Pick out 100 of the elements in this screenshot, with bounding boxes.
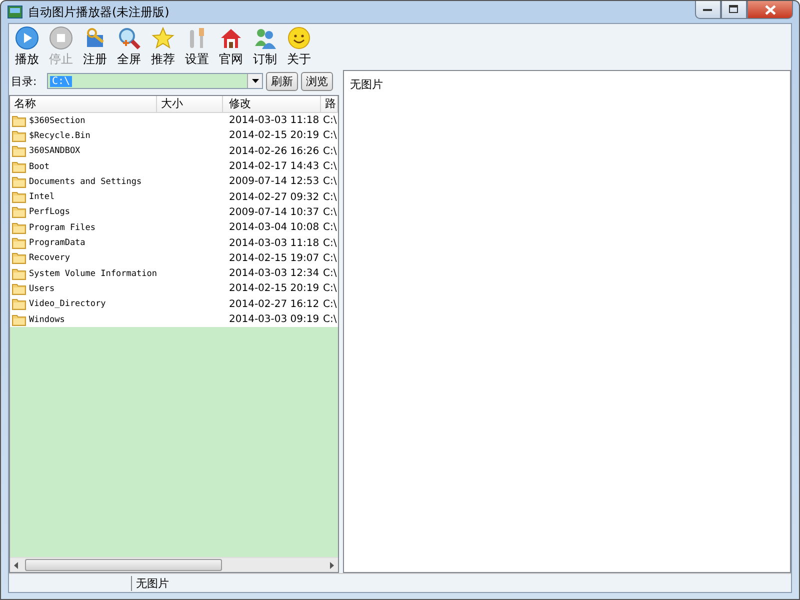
horizontal-scrollbar[interactable] [10,557,338,572]
status-text: 无图片 [131,576,169,590]
modified-date: 2014-02-17 14:43 [229,161,320,172]
toolbar-button[interactable]: 注册 [78,26,112,70]
people-icon [253,26,277,50]
modified-date: 2014-02-27 16:12 [229,298,320,310]
folder-icon [12,298,26,310]
modified-date: 2014-03-03 12:34 [229,268,320,280]
toolbar-button[interactable]: 播放 [10,26,44,70]
refresh-button[interactable]: 刷新 [266,72,298,90]
play-icon [15,26,39,50]
magnifier-icon [117,26,141,50]
scrollbar-thumb[interactable] [25,559,222,571]
folder-icon [12,222,26,234]
folder-row[interactable]: PerfLogs 2009-07-14 10:37 C:\ [10,204,338,220]
modified-date: 2014-03-04 10:08 [229,222,320,234]
folder-name: Video_Directory [29,299,106,310]
folder-name: ProgramData [29,238,86,248]
folder-icon [12,237,26,250]
modified-date: 2014-03-03 11:18 [229,115,320,126]
folder-icon [12,114,26,127]
modified-date: 2014-03-03 09:19 [229,314,320,325]
house-icon [219,26,243,50]
toolbar-button[interactable]: 推荐 [146,26,180,70]
close-icon [764,4,776,14]
folder-row[interactable]: $360Section 2014-03-03 11:18 C:\ [10,113,338,128]
minimize-icon [703,8,713,12]
folder-name: $Recycle.Bin [29,130,90,141]
close-button[interactable] [747,1,793,19]
browse-button[interactable]: 浏览 [301,72,333,90]
scroll-left-icon [14,562,19,568]
folder-icon [12,268,26,280]
column-header[interactable]: 修改 [223,96,321,112]
folder-icon [12,282,26,295]
folder-name: 360SANDBOX [29,146,80,156]
folder-name: Users [29,284,55,294]
folder-name: Recovery [29,253,70,264]
smiley-icon [287,26,311,50]
folder-path: C:\ [323,283,337,294]
folder-row[interactable]: Users 2014-02-15 20:19 C:\ [10,281,338,297]
column-header[interactable]: 名称 [10,96,157,112]
minimize-button[interactable] [695,1,721,19]
folder-path: C:\ [323,238,337,249]
folder-path: C:\ [323,115,337,126]
directory-label: 目录: [11,74,38,88]
maximize-button[interactable] [721,1,747,19]
folder-row[interactable]: 360SANDBOX 2014-02-26 16:26 C:\ [10,144,338,159]
folder-row[interactable]: Recovery 2014-02-15 19:07 C:\ [10,250,338,266]
modified-date: 2014-03-03 11:18 [229,238,320,249]
window-title: 自动图片播放器(未注册版) [28,4,170,20]
folder-name: Intel [29,192,55,202]
folder-name: Boot [29,162,50,172]
folder-row[interactable]: Documents and Settings 2009-07-14 12:53 C:\ [10,174,338,190]
star-icon [151,26,175,50]
folder-icon [12,191,26,204]
folder-row[interactable]: ProgramData 2014-03-03 11:18 C:\ [10,235,338,251]
folder-row[interactable]: Boot 2014-02-17 14:43 C:\ [10,158,338,174]
folder-path: C:\ [323,222,337,234]
folder-name: Program Files [29,222,96,233]
folder-icon [12,145,26,158]
scroll-right-icon [329,562,334,568]
modified-date: 2014-02-15 20:19 [229,283,320,294]
folder-icon [12,160,26,173]
modified-date: 2009-07-14 12:53 [229,176,320,188]
toolbar-button[interactable]: 官网 [214,26,248,70]
toolbar-button[interactable]: 设置 [180,26,214,70]
folder-path: C:\ [323,314,337,325]
folder-row[interactable]: Intel 2014-02-27 09:32 C:\ [10,189,338,205]
folder-path: C:\ [323,161,337,172]
folder-row[interactable]: System Volume Information 2014-03-03 12:34 C:\ [10,266,338,282]
folder-icon [12,206,26,218]
folder-row[interactable]: Windows 2014-03-03 09:19 C:\ [10,312,338,328]
folder-row[interactable]: Video_Directory 2014-02-27 16:12 C:\ [10,296,338,312]
maximize-icon [729,5,739,14]
toolbar-button[interactable]: 全屏 [112,26,146,70]
folder-row[interactable]: $Recycle.Bin 2014-02-15 20:19 C:\ [10,128,338,144]
modified-date: 2014-02-15 19:07 [229,252,320,264]
toolbar-button[interactable]: 订制 [248,26,282,70]
stop-icon [49,26,73,50]
folder-icon [12,130,26,142]
folder-path: C:\ [323,130,337,142]
column-header[interactable]: 路 [321,96,338,112]
toolbar-button[interactable]: 关于 [282,26,316,70]
folder-path: C:\ [323,252,337,264]
column-header[interactable]: 大小 [157,96,223,112]
folder-path: C:\ [323,192,337,203]
folder-path: C:\ [323,146,337,157]
folder-row[interactable]: Program Files 2014-03-04 10:08 C:\ [10,220,338,236]
folder-name: Windows [29,314,65,324]
modified-date: 2014-02-27 09:32 [229,192,320,203]
folder-name: $360Section [29,116,86,126]
folder-name: System Volume Information [29,268,157,279]
folder-name: PerfLogs [29,207,70,218]
modified-date: 2014-02-26 16:26 [229,146,320,157]
modified-date: 2009-07-14 10:37 [229,206,320,218]
folder-icon [12,314,26,326]
folder-path: C:\ [323,298,337,310]
preview-message: 无图片 [350,78,383,91]
folder-icon [12,176,26,188]
modified-date: 2014-02-15 20:19 [229,130,320,142]
